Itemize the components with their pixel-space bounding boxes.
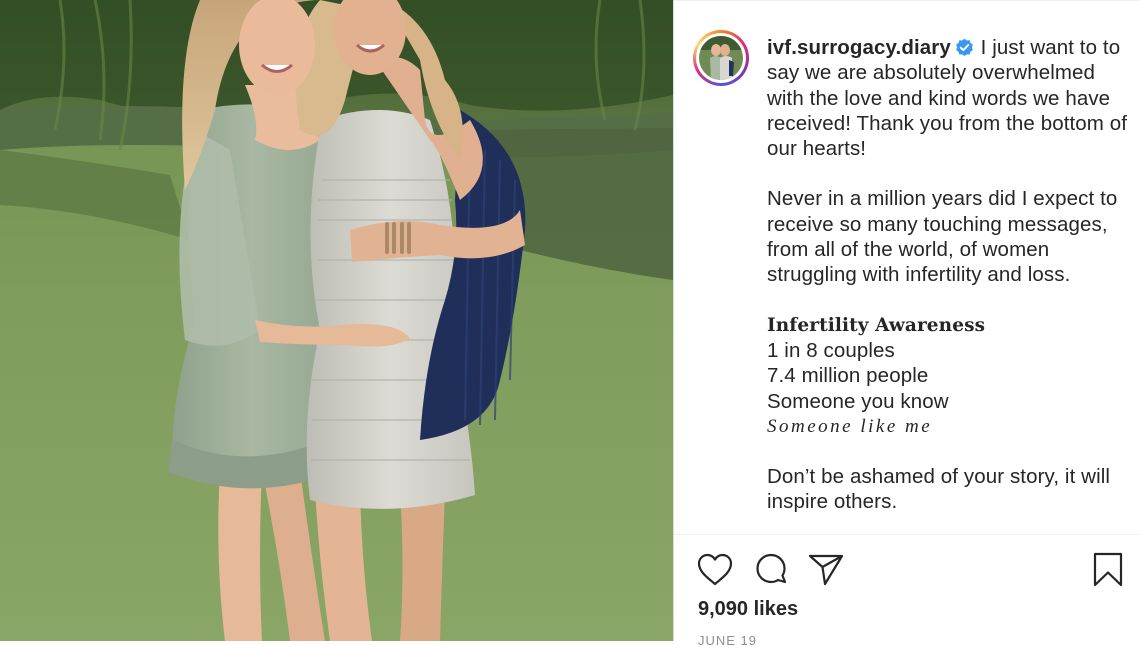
share-button[interactable] (807, 551, 845, 589)
comment-button[interactable] (752, 551, 790, 589)
like-button[interactable] (696, 551, 734, 589)
heart-icon (697, 553, 733, 586)
bookmark-icon (1093, 552, 1123, 587)
likes-count[interactable]: 9,090 likes (698, 598, 798, 621)
caption-paragraph-1: ivf.surrogacy.diary I just want to to sa… (767, 35, 1133, 161)
awareness-line-2: 7.4 million people (767, 364, 929, 388)
caption-paragraph-3: Don’t be ashamed of your story, it will … (767, 465, 1111, 514)
caption-paragraph-2: Never in a million years did I expect to… (767, 187, 1118, 287)
post-panel: ivf.surrogacy.diary I just want to to sa… (673, 0, 1140, 648)
avatar-frame (696, 33, 746, 83)
awareness-line-3: Someone you know (767, 389, 949, 413)
actions-divider (674, 534, 1140, 535)
awareness-line-1: 1 in 8 couples (767, 338, 895, 362)
awareness-line-4: Someone like me (767, 415, 933, 437)
verified-badge-icon (955, 38, 974, 57)
avatar[interactable] (693, 30, 749, 86)
paper-plane-icon (808, 554, 844, 586)
comment-icon (756, 553, 787, 584)
avatar-image (699, 36, 743, 80)
post-photo-image (0, 0, 673, 641)
awareness-title: Infertility Awareness (767, 314, 986, 336)
save-button[interactable] (1089, 551, 1127, 589)
username-link[interactable]: ivf.surrogacy.diary (767, 36, 951, 59)
post-photo[interactable] (0, 0, 673, 641)
post-caption: ivf.surrogacy.diary I just want to to sa… (767, 35, 1133, 515)
top-divider (674, 0, 1140, 1)
